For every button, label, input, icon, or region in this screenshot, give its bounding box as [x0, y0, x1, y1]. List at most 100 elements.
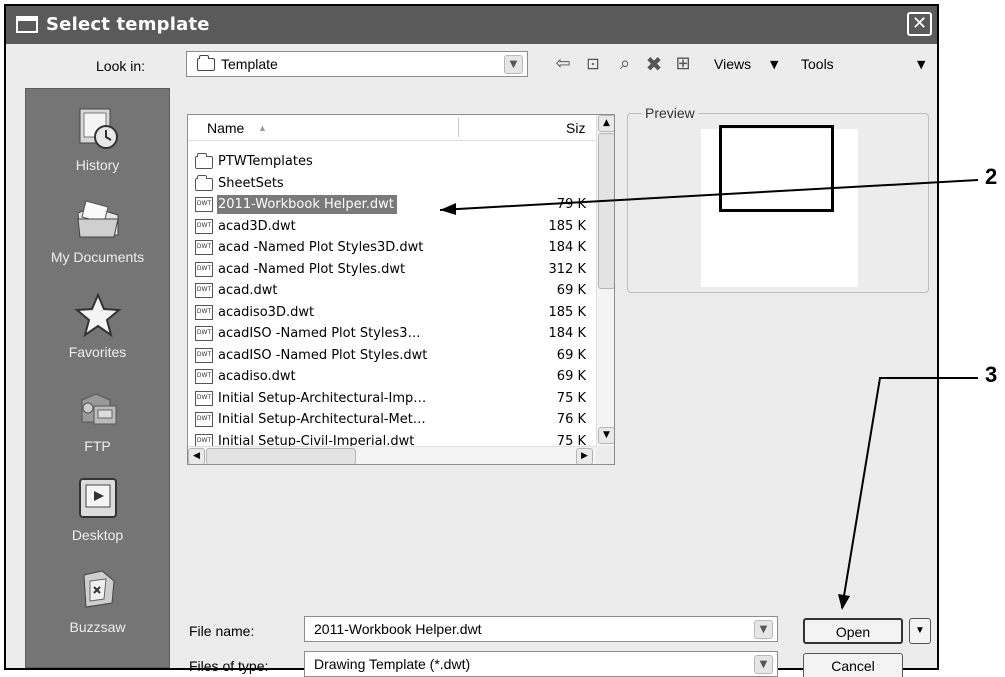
preview-group: Preview	[627, 105, 929, 293]
place-label-ftp: FTP	[84, 438, 111, 454]
file-size: 75 K	[556, 390, 586, 406]
list-item[interactable]: DWT acad -Named Plot Styles3D.dwt 184 K	[188, 237, 596, 259]
dwt-file-icon: DWT	[195, 304, 213, 320]
column-header-name[interactable]: Name	[207, 120, 244, 136]
file-name-value: 2011-Workbook Helper.dwt	[314, 621, 482, 637]
place-ftp[interactable]: FTP	[26, 386, 169, 454]
dwt-file-icon: DWT	[195, 218, 213, 234]
place-label-history: History	[75, 157, 120, 173]
file-name: acad.dwt	[218, 283, 278, 298]
file-name: acad -Named Plot Styles3D.dwt	[218, 240, 424, 255]
sort-ascending-icon: ▲	[258, 123, 267, 133]
look-in-combo[interactable]: Template ▼	[186, 51, 528, 77]
title-bar[interactable]: Select template ✕	[6, 6, 937, 44]
file-name-label: File name:	[189, 623, 255, 639]
back-icon[interactable]: ⇦	[551, 52, 575, 76]
place-label-my-documents: My Documents	[50, 249, 145, 265]
place-my-documents[interactable]: My Documents	[26, 197, 169, 265]
close-button[interactable]: ✕	[907, 12, 932, 36]
tools-caret-icon[interactable]: ▼	[917, 58, 925, 71]
dwt-file-icon: DWT	[195, 240, 213, 255]
file-name: acadiso3D.dwt	[218, 304, 315, 320]
dwt-file-icon: DWT	[195, 283, 213, 298]
up-folder-icon[interactable]: ⊡	[581, 52, 605, 76]
dwt-file-icon: DWT	[195, 326, 213, 341]
file-name: Initial Setup-Architectural-Met…	[218, 412, 426, 427]
dialog-title: Select template	[46, 14, 210, 35]
dwt-file-icon: DWT	[195, 347, 213, 363]
file-list-header: Name ▲ Siz	[188, 115, 596, 141]
callout-3: 3	[985, 362, 998, 387]
file-name: SheetSets	[218, 175, 284, 191]
look-in-value: Template	[221, 56, 278, 72]
scroll-up-icon[interactable]: ▲	[598, 115, 614, 132]
scroll-left-icon[interactable]: ◀	[188, 448, 205, 464]
horizontal-scrollbar[interactable]: ◀ ▶	[188, 446, 596, 464]
file-rows: PTWTemplates SheetSets DWT 2011-Workbook…	[188, 151, 596, 452]
scroll-right-icon[interactable]: ▶	[576, 448, 593, 464]
dialog-app-icon	[16, 16, 38, 33]
search-web-icon[interactable]: ⌕	[613, 52, 637, 76]
list-item[interactable]: SheetSets	[188, 173, 596, 195]
file-size: 184 K	[548, 240, 586, 255]
file-size: 69 K	[556, 347, 586, 363]
cancel-button[interactable]: Cancel	[803, 653, 903, 677]
vertical-scroll-thumb[interactable]	[598, 133, 614, 289]
open-button[interactable]: Open	[803, 618, 903, 644]
file-size: 185 K	[548, 304, 586, 320]
chevron-down-icon[interactable]: ▼	[754, 655, 773, 674]
new-folder-icon[interactable]: ⊞	[671, 52, 695, 76]
folder-icon	[195, 153, 213, 169]
views-caret-icon[interactable]: ▼	[770, 58, 778, 71]
file-name: acadiso.dwt	[218, 369, 296, 384]
file-size: 76 K	[556, 412, 586, 427]
buzzsaw-icon	[82, 570, 115, 608]
list-item[interactable]: DWT Initial Setup-Architectural-Imp… 75 …	[188, 388, 596, 410]
chevron-down-icon[interactable]: ▼	[754, 620, 773, 639]
vertical-scrollbar[interactable]: ▲ ▼	[596, 115, 614, 446]
place-favorites[interactable]: Favorites	[26, 292, 169, 360]
file-name: PTWTemplates	[218, 154, 313, 169]
open-options-dropdown[interactable]: ▼	[909, 618, 931, 644]
list-item[interactable]: DWT Initial Setup-Architectural-Met… 76 …	[188, 409, 596, 431]
file-name: acadISO -Named Plot Styles3…	[218, 326, 421, 341]
files-of-type-select[interactable]: Drawing Template (*.dwt) ▼	[304, 651, 778, 677]
dwt-file-icon: DWT	[195, 369, 213, 384]
ftp-icon	[81, 393, 116, 425]
file-size: 312 K	[548, 261, 586, 277]
chevron-down-icon[interactable]: ▼	[504, 55, 523, 74]
file-name: 2011-Workbook Helper.dwt	[217, 195, 397, 214]
file-name: acad3D.dwt	[218, 218, 296, 234]
list-item[interactable]: DWT acadiso.dwt 69 K	[188, 366, 596, 388]
place-desktop[interactable]: Desktop	[26, 475, 169, 543]
list-item[interactable]: DWT acad -Named Plot Styles.dwt 312 K	[188, 259, 596, 281]
file-name: Initial Setup-Architectural-Imp…	[218, 390, 427, 406]
place-history[interactable]: History	[26, 105, 169, 173]
list-item[interactable]: DWT acad3D.dwt 185 K	[188, 216, 596, 238]
tools-menu[interactable]: Tools	[801, 56, 834, 72]
column-divider[interactable]	[458, 118, 459, 137]
preview-drawing-rectangle	[719, 125, 834, 212]
file-list[interactable]: Name ▲ Siz PTWTemplates SheetSets DWT 20…	[187, 114, 615, 465]
delete-icon[interactable]: ✖	[642, 52, 666, 76]
scroll-corner	[596, 446, 614, 464]
files-of-type-label: Files of type:	[189, 658, 269, 674]
scroll-down-icon[interactable]: ▼	[598, 427, 614, 444]
list-item[interactable]: DWT acad.dwt 69 K	[188, 280, 596, 302]
place-buzzsaw[interactable]: Buzzsaw	[26, 567, 169, 635]
list-item[interactable]: PTWTemplates	[188, 151, 596, 173]
list-item[interactable]: DWT acadiso3D.dwt 185 K	[188, 302, 596, 324]
list-item-selected[interactable]: DWT 2011-Workbook Helper.dwt 79 K	[188, 194, 596, 216]
list-item[interactable]: DWT acadISO -Named Plot Styles.dwt 69 K	[188, 345, 596, 367]
views-menu[interactable]: Views	[714, 56, 751, 72]
horizontal-scroll-thumb[interactable]	[206, 448, 356, 464]
history-icon	[79, 108, 118, 149]
column-header-size[interactable]: Siz	[566, 120, 585, 136]
preview-label: Preview	[642, 105, 698, 121]
file-size: 185 K	[548, 218, 586, 234]
callout-2: 2	[985, 164, 998, 189]
file-name-field[interactable]: 2011-Workbook Helper.dwt ▼	[304, 616, 778, 642]
file-size: 184 K	[548, 326, 586, 341]
list-item[interactable]: DWT acadISO -Named Plot Styles3… 184 K	[188, 323, 596, 345]
folder-icon	[197, 55, 215, 71]
